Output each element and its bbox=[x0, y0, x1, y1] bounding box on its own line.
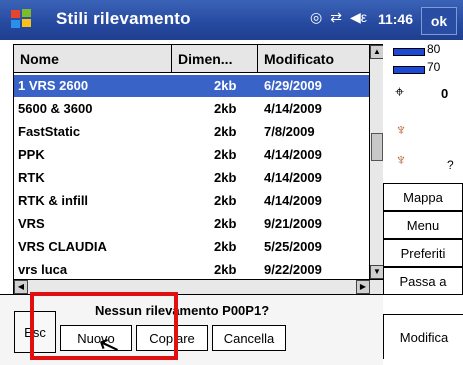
scroll-right-icon[interactable]: ▶ bbox=[356, 280, 370, 294]
window-title: Stili rilevamento bbox=[56, 9, 191, 28]
scroll-left-icon[interactable]: ◀ bbox=[14, 280, 28, 294]
ok-button[interactable]: ok bbox=[421, 7, 457, 35]
column-header-modified[interactable]: Modificato bbox=[258, 45, 370, 73]
delete-button[interactable]: Cancella bbox=[212, 325, 286, 351]
volume-icon[interactable]: ◀ε bbox=[350, 9, 367, 26]
table-row[interactable]: 5600 & 3600 2kb 4/14/2009 bbox=[14, 98, 370, 120]
table-row[interactable]: 1 VRS 2600 2kb 6/29/2009 bbox=[14, 75, 370, 97]
radio-icon[interactable]: ♆ bbox=[395, 152, 407, 170]
copy-button[interactable]: Copiare bbox=[136, 325, 208, 351]
receiver-icon[interactable]: ♆ bbox=[395, 122, 407, 140]
esc-button[interactable]: Esc bbox=[14, 311, 56, 353]
column-header-name[interactable]: Nome bbox=[14, 45, 172, 73]
table-row[interactable]: RTK & infill 2kb 4/14/2009 bbox=[14, 190, 370, 212]
table-row[interactable]: VRS CLAUDIA 2kb 5/25/2009 bbox=[14, 236, 370, 258]
table-row[interactable]: FastStatic 2kb 7/8/2009 bbox=[14, 121, 370, 143]
table-row[interactable]: RTK 2kb 4/14/2009 bbox=[14, 167, 370, 189]
battery-1-icon bbox=[393, 48, 425, 56]
modify-button[interactable]: Modifica bbox=[383, 314, 463, 359]
title-bar: Stili rilevamento ◎ ⇄ ◀ε 11:46 ok bbox=[0, 0, 463, 40]
table-row[interactable]: vrs luca 2kb 9/22/2009 bbox=[14, 259, 370, 281]
vertical-scrollbar[interactable]: ▲ ▼ bbox=[369, 45, 384, 279]
scroll-thumb[interactable] bbox=[371, 133, 383, 161]
table-row[interactable]: PPK 2kb 4/14/2009 bbox=[14, 144, 370, 166]
satellite-count: 0 bbox=[441, 86, 449, 101]
column-header-size[interactable]: Dimen... bbox=[172, 45, 258, 73]
menu-button[interactable]: Menu bbox=[383, 211, 463, 239]
satellite-icon[interactable]: ⌖ bbox=[395, 84, 404, 102]
survey-style-list: Nome Dimen... Modificato 1 VRS 2600 2kb … bbox=[13, 44, 385, 295]
question-mark: ? bbox=[447, 158, 454, 172]
battery-1-label: 80 bbox=[427, 42, 441, 56]
scroll-up-icon[interactable]: ▲ bbox=[370, 45, 384, 59]
windows-start-icon[interactable] bbox=[10, 8, 32, 30]
bottom-panel: Esc Nessun rilevamento P00P1? Nuovo Copi… bbox=[0, 294, 383, 365]
clock[interactable]: 11:46 bbox=[378, 11, 413, 27]
horizontal-scrollbar[interactable]: ◀ ▶ bbox=[14, 279, 384, 294]
scroll-down-icon[interactable]: ▼ bbox=[370, 265, 384, 279]
switch-to-button[interactable]: Passa a bbox=[383, 267, 463, 295]
map-button[interactable]: Mappa bbox=[383, 183, 463, 211]
battery-2-icon bbox=[393, 66, 425, 74]
connectivity-icon[interactable]: ⇄ bbox=[330, 9, 342, 26]
favorites-button[interactable]: Preferiti bbox=[383, 239, 463, 267]
battery-2-label: 70 bbox=[427, 60, 441, 74]
survey-status-message: Nessun rilevamento P00P1? bbox=[95, 303, 270, 318]
gps-icon[interactable]: ◎ bbox=[310, 9, 322, 26]
table-row[interactable]: VRS 2kb 9/21/2009 bbox=[14, 213, 370, 235]
